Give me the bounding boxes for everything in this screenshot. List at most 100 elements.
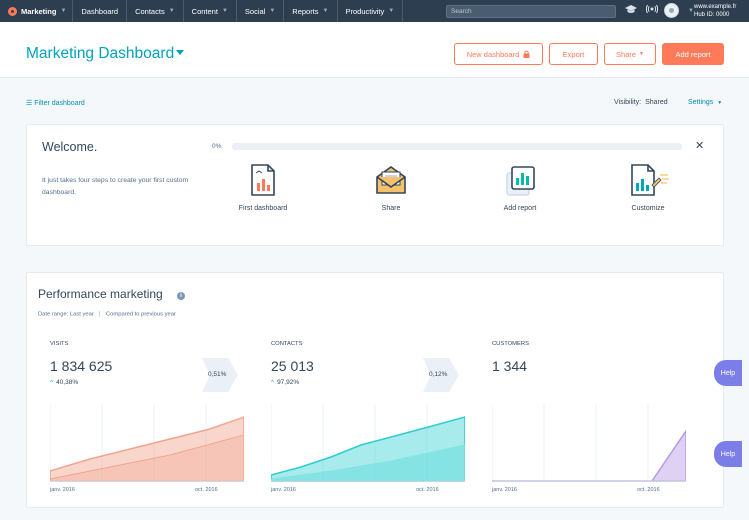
chevron-down-icon: ▼ — [269, 8, 276, 14]
step-label: Share — [381, 205, 401, 212]
kpi-visits-delta: ^ 40,38% — [50, 379, 78, 386]
welcome-text: It just takes four steps to create your … — [42, 177, 189, 196]
graduation-cap-icon[interactable] — [625, 4, 637, 16]
brand-menu[interactable]: Marketing ▼ — [0, 0, 72, 22]
contacts-x-end: oct. 2016 — [416, 487, 439, 493]
step-label: Add report — [503, 205, 537, 212]
button-label: Add report — [675, 49, 711, 59]
bar-chart-card-icon — [506, 166, 535, 196]
nav-item-label: Contacts — [135, 6, 165, 16]
visibility-label: Visibility: — [614, 99, 642, 106]
account-domain: www.example.fr — [694, 4, 737, 10]
kpi-contacts-label: CONTACTS — [271, 341, 303, 347]
progress-bar — [232, 143, 682, 150]
visibility-status: Visibility: Shared — [614, 99, 668, 106]
performance-card: Performance marketing i Date range: Last… — [26, 272, 724, 508]
chevron-down-icon: ▼ — [388, 8, 395, 14]
page-header: Marketing Dashboard New dashboard Export… — [0, 22, 749, 78]
chevron-down-icon: ▼ — [717, 100, 723, 106]
search-input[interactable]: Search — [446, 5, 616, 18]
button-label: Export — [562, 49, 585, 59]
compared-label: Compared to previous year — [106, 311, 176, 318]
chevron-down-icon: ▼ — [639, 51, 644, 57]
filter-dashboard-link[interactable]: ☰ Filter dashboard — [26, 99, 85, 107]
chevron-down-icon[interactable] — [176, 50, 184, 55]
step-share[interactable]: Share — [346, 163, 436, 212]
close-icon[interactable]: ✕ — [695, 139, 704, 152]
performance-title: Performance marketing — [38, 287, 163, 301]
step-first-dashboard[interactable]: First dashboard — [218, 163, 308, 212]
chevron-down-icon: ▼ — [60, 8, 67, 14]
kpi-contacts-value: 25 013 — [271, 358, 314, 374]
button-label: Share — [616, 49, 637, 59]
button-label: New dashboard — [466, 49, 520, 59]
info-icon[interactable]: i — [177, 292, 185, 300]
visits-x-end: oct. 2016 — [195, 487, 218, 493]
hubspot-logo-icon — [8, 6, 17, 16]
help-label: Help — [720, 450, 736, 458]
envelope-icon — [376, 166, 406, 194]
chevron-down-icon: ▼ — [168, 8, 175, 14]
new-dashboard-button[interactable]: New dashboard — [454, 43, 543, 65]
filter-label: Filter dashboard — [34, 100, 85, 107]
kpi-contacts-delta: ^ 97,92% — [271, 379, 299, 386]
notification-icon[interactable] — [645, 4, 659, 16]
help-button[interactable]: Help — [714, 360, 742, 386]
nav-item-reports[interactable]: Reports ▼ — [284, 0, 336, 22]
customers-area-chart — [492, 405, 686, 482]
nav-divider — [402, 0, 404, 22]
nav-item-label: Dashboard — [81, 6, 119, 16]
divider — [99, 311, 101, 317]
date-range-label: Date range: Last year — [38, 311, 94, 318]
nav-item-productivity[interactable]: Productivity ▼ — [338, 0, 403, 22]
conversion-rate: 0,51% — [208, 371, 227, 378]
customize-document-icon — [631, 164, 669, 196]
avatar[interactable] — [664, 3, 679, 18]
step-label: Customize — [631, 205, 665, 212]
settings-label: Settings — [688, 99, 714, 106]
lock-icon — [523, 50, 530, 58]
nav-item-label: Reports — [292, 6, 319, 16]
page-title[interactable]: Marketing Dashboard — [26, 45, 174, 63]
progress-percentage: 0% — [212, 143, 222, 150]
welcome-card: Welcome. It just takes four steps to cre… — [26, 124, 724, 246]
step-customize[interactable]: Customize — [603, 163, 693, 212]
brand-label: Marketing — [21, 6, 57, 16]
export-button[interactable]: Export — [549, 43, 598, 65]
customers-x-start: janv. 2016 — [492, 487, 517, 493]
nav-item-social[interactable]: Social ▼ — [237, 0, 283, 22]
share-button[interactable]: Share ▼ — [604, 43, 656, 65]
nav-item-label: Social — [244, 6, 266, 16]
delta-value: 97,92% — [277, 379, 300, 386]
add-report-button[interactable]: Add report — [662, 43, 724, 65]
arrow-up-icon: ^ — [50, 379, 54, 386]
hub-id: Hub ID: 0000 — [694, 12, 730, 18]
account-info[interactable]: www.example.fr Hub ID: 0000 — [694, 3, 736, 19]
delta-value: 40,38% — [56, 379, 79, 386]
report-document-icon — [251, 164, 275, 196]
help-button[interactable]: Help — [714, 441, 742, 467]
conversion-badge: 0,51% — [202, 358, 238, 392]
visits-x-start: janv. 2016 — [50, 487, 75, 493]
settings-dropdown[interactable]: Settings ▼ — [688, 99, 722, 106]
customers-area-current — [492, 429, 686, 482]
nav-item-label: Content — [191, 6, 218, 16]
nav-item-dashboard[interactable]: Dashboard — [73, 0, 126, 22]
visibility-value: Shared — [645, 99, 668, 106]
contacts-x-start: janv. 2016 — [271, 487, 296, 493]
nav-item-contacts[interactable]: Contacts ▼ — [127, 0, 183, 22]
kpi-customers-value: 1 344 — [492, 358, 528, 374]
chevron-down-icon: ▼ — [221, 8, 228, 14]
chevron-down-icon: ▼ — [322, 8, 329, 14]
top-navigation: Marketing ▼ Dashboard Contacts ▼ Content ▼… — [0, 0, 749, 22]
arrow-up-icon: ^ — [271, 379, 275, 386]
kpi-customers-label: CUSTOMERS — [492, 341, 529, 347]
contacts-area-chart — [271, 405, 465, 482]
step-add-report[interactable]: Add report — [475, 163, 565, 212]
date-range: Date range: Last year Compared to previo… — [38, 311, 176, 318]
kpi-visits-value: 1 834 625 — [50, 358, 113, 374]
nav-item-content[interactable]: Content ▼ — [184, 0, 236, 22]
help-label: Help — [720, 369, 736, 377]
kpi-visits-label: VISITS — [50, 341, 69, 347]
welcome-title: Welcome. — [42, 140, 98, 154]
